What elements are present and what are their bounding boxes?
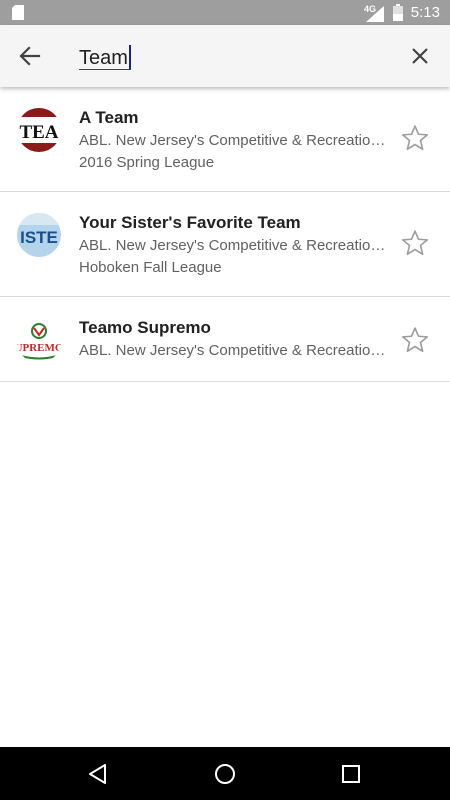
team-name: Teamo Supremo	[79, 318, 211, 337]
team-logo: TEA	[17, 108, 61, 152]
sd-card-icon	[12, 5, 24, 20]
text-cursor	[128, 45, 131, 69]
search-bar: Team	[0, 25, 450, 87]
team-logo-text: UPREMO	[17, 342, 61, 354]
results-list: TEA A Team ABL. New Jersey's Competitive…	[0, 87, 450, 382]
home-circle-icon[interactable]	[211, 760, 239, 788]
team-logo: UPREMO	[17, 319, 61, 363]
star-outline-icon[interactable]	[400, 123, 430, 153]
league-name: ABL. New Jersey's Competitive & Recreati…	[79, 132, 386, 149]
navigation-bar	[0, 747, 450, 800]
clock: 5:13	[410, 4, 440, 21]
league-name: ABL. New Jersey's Competitive & Recreati…	[79, 342, 386, 359]
season-name: Hoboken Fall League	[79, 259, 222, 276]
back-triangle-icon[interactable]	[84, 760, 112, 788]
battery-icon	[393, 4, 403, 21]
team-name: A Team	[79, 108, 139, 127]
search-input[interactable]: Team	[79, 45, 131, 70]
team-logo-text: ISTE	[20, 228, 58, 247]
team-name: Your Sister's Favorite Team	[79, 213, 301, 232]
signal-icon	[366, 6, 384, 22]
season-name: 2016 Spring League	[79, 154, 215, 171]
arrow-left-icon[interactable]	[14, 40, 46, 72]
star-outline-icon[interactable]	[400, 325, 430, 355]
star-outline-icon[interactable]	[400, 228, 430, 258]
close-icon[interactable]	[404, 40, 436, 72]
search-query-text: Team	[79, 47, 128, 69]
recents-square-icon[interactable]	[337, 760, 365, 788]
team-logo-text: TEA	[19, 122, 58, 143]
result-item-your-sisters-favorite-team[interactable]: ISTE Your Sister's Favorite Team ABL. Ne…	[0, 192, 450, 297]
league-name: ABL. New Jersey's Competitive & Recreati…	[79, 237, 386, 254]
result-item-teamo-supremo[interactable]: UPREMO Teamo Supremo ABL. New Jersey's C…	[0, 297, 450, 382]
result-item-a-team[interactable]: TEA A Team ABL. New Jersey's Competitive…	[0, 87, 450, 192]
team-logo: ISTE	[17, 213, 61, 257]
status-bar: 4G 5:13	[0, 0, 450, 25]
